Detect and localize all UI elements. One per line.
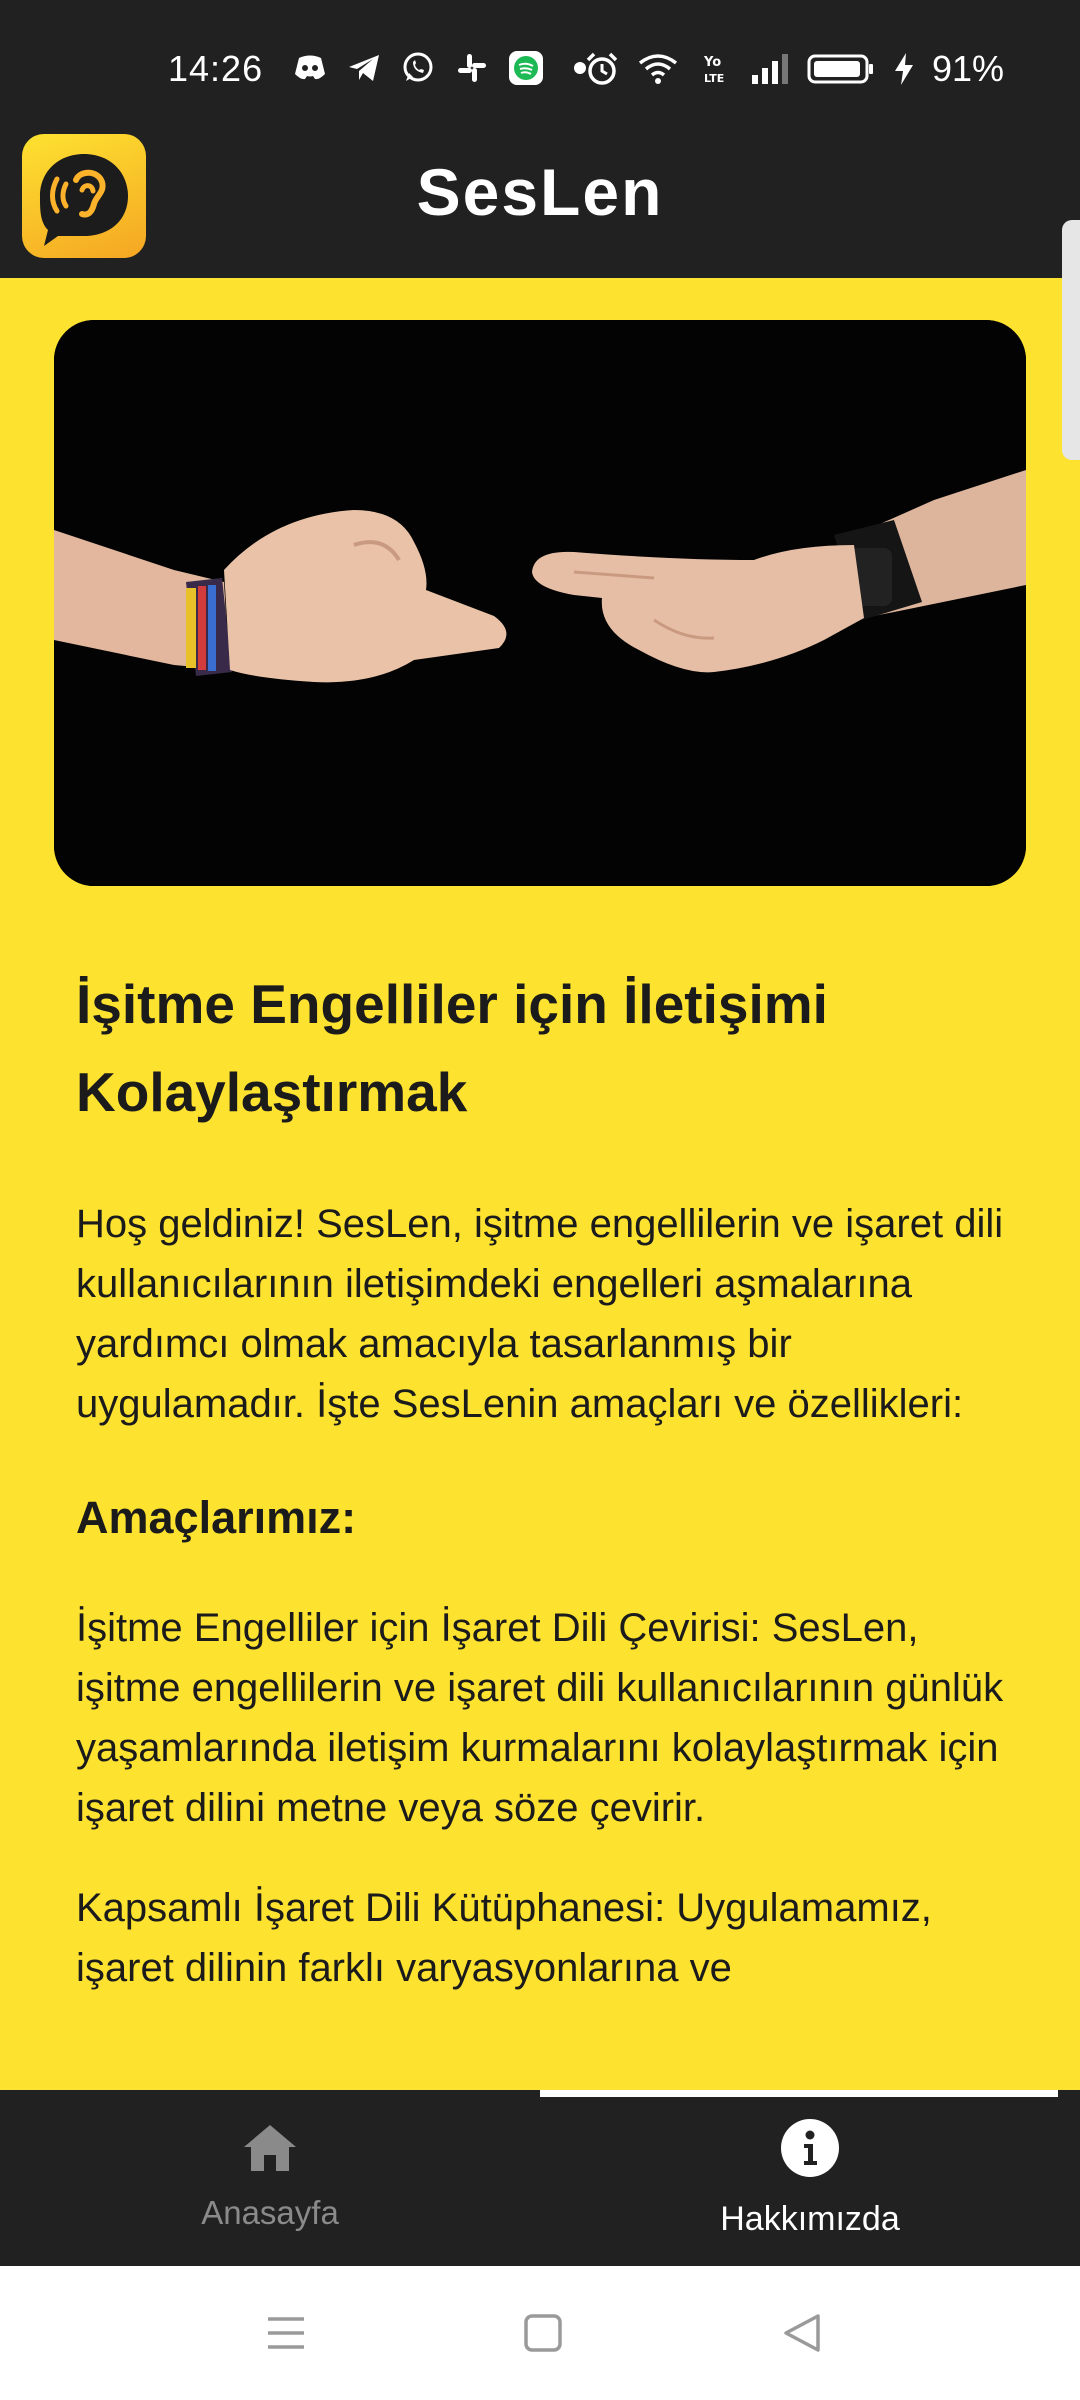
hero-image-sign-language-hands: [54, 320, 1026, 886]
goal-paragraph-sign-library: Kapsamlı İşaret Dili Kütüphanesi: Uygula…: [76, 1886, 932, 1990]
app-title: SesLen: [416, 155, 664, 229]
page-heading: İşitme Engelliler için İletişimi Kolayla…: [76, 973, 828, 1123]
volte-icon: Yo LTE: [694, 51, 734, 87]
goals-subheading: Amaçlarımız:: [76, 1492, 357, 1543]
menu-icon[interactable]: [256, 2306, 316, 2360]
scrollbar-handle[interactable]: [1062, 220, 1080, 460]
screen: 14:26 Yo LTE 91% SesLen İşitme Engellile…: [0, 0, 1080, 2400]
nav-label-home: Anasayfa: [201, 2194, 339, 2231]
charging-icon: [892, 51, 916, 87]
telegram-icon: [346, 50, 382, 86]
signal-icon: [750, 51, 790, 87]
system-navigation-bar: [0, 2266, 1080, 2400]
battery-percentage: 91%: [931, 48, 1004, 89]
battery-icon: [806, 51, 876, 87]
intro-paragraph: Hoş geldiniz! SesLen, işitme engellileri…: [76, 1202, 1004, 1426]
nav-item-about[interactable]: Hakkımızda: [540, 2090, 1080, 2266]
home-square-icon[interactable]: [513, 2306, 573, 2360]
spotify-icon: [508, 50, 544, 86]
whatsapp-icon: [400, 50, 436, 86]
svg-text:Yo: Yo: [703, 55, 721, 70]
nav-label-about: Hakkımızda: [720, 2200, 900, 2238]
app-bar: SesLen: [0, 128, 1080, 278]
slack-icon: [454, 50, 490, 86]
status-bar: 14:26 Yo LTE 91%: [0, 0, 1080, 137]
info-icon: [780, 2118, 840, 2178]
about-content: İşitme Engelliler için İletişimi Kolayla…: [76, 960, 1016, 1998]
svg-text:LTE: LTE: [704, 72, 724, 85]
wifi-icon: [638, 51, 678, 87]
status-notification-icons: [292, 50, 598, 86]
discord-icon: [292, 50, 328, 86]
home-icon: [240, 2118, 300, 2178]
nav-item-home[interactable]: Anasayfa: [0, 2090, 540, 2266]
goal-paragraph-sign-translation: İşitme Engelliler için İşaret Dili Çevir…: [76, 1606, 1004, 1830]
status-time: 14:26: [168, 48, 264, 89]
bottom-navigation: Anasayfa Hakkımızda: [0, 2090, 1080, 2266]
status-system-icons: Yo LTE 91%: [582, 48, 1004, 90]
alarm-icon: [582, 51, 622, 87]
back-icon[interactable]: [772, 2306, 832, 2360]
